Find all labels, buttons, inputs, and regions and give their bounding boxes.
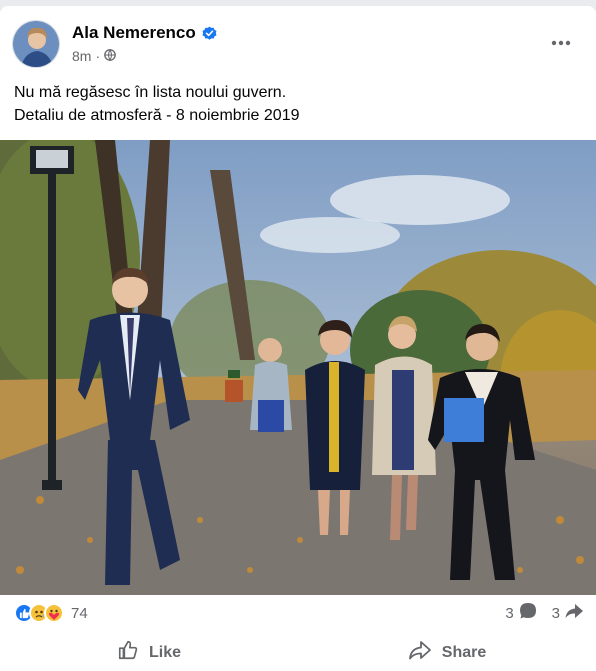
comment-icon <box>518 601 538 625</box>
post-text: Nu mă regăsesc în lista noului guvern. D… <box>14 81 574 127</box>
like-button[interactable]: Like <box>0 634 298 671</box>
share-label: Share <box>441 643 487 661</box>
engagement-stats: 3 3 <box>505 602 584 624</box>
post-time[interactable]: 8m <box>72 48 91 64</box>
verified-badge-icon <box>202 26 217 41</box>
meta-separator: · <box>95 48 101 64</box>
post-photo[interactable] <box>0 140 596 595</box>
more-options-icon <box>551 33 571 51</box>
share-stat[interactable]: 3 <box>552 601 584 625</box>
reactions-summary[interactable]: 74 <box>14 602 88 624</box>
post-text-line-2: Detaliu de atmosferă - 8 noiembrie 2019 <box>14 107 300 124</box>
post-header: Ala Nemerenco 8m · <box>12 20 584 70</box>
share-button[interactable]: Share <box>298 634 596 671</box>
post-meta: 8m · <box>72 48 116 64</box>
like-label: Like <box>148 643 181 661</box>
care-reaction-icon <box>44 603 64 623</box>
more-options-button[interactable] <box>546 30 576 54</box>
author-name[interactable]: Ala Nemerenco <box>72 23 196 43</box>
post-actions: Like Share <box>0 634 596 671</box>
share-count: 3 <box>551 604 560 622</box>
comment-stat[interactable]: 3 <box>505 601 537 625</box>
comment-count: 3 <box>505 604 514 622</box>
post-author[interactable]: Ala Nemerenco <box>72 23 217 43</box>
globe-icon[interactable] <box>104 48 116 64</box>
share-icon <box>564 601 584 625</box>
reaction-count[interactable]: 74 <box>71 605 88 622</box>
share-arrow-icon <box>408 639 432 666</box>
thumbs-up-icon <box>117 639 139 666</box>
avatar[interactable] <box>12 20 60 68</box>
post-text-line-1: Nu mă regăsesc în lista noului guvern. <box>14 84 287 101</box>
post-card: Ala Nemerenco 8m · Nu mă regăsesc în lis… <box>0 6 596 671</box>
